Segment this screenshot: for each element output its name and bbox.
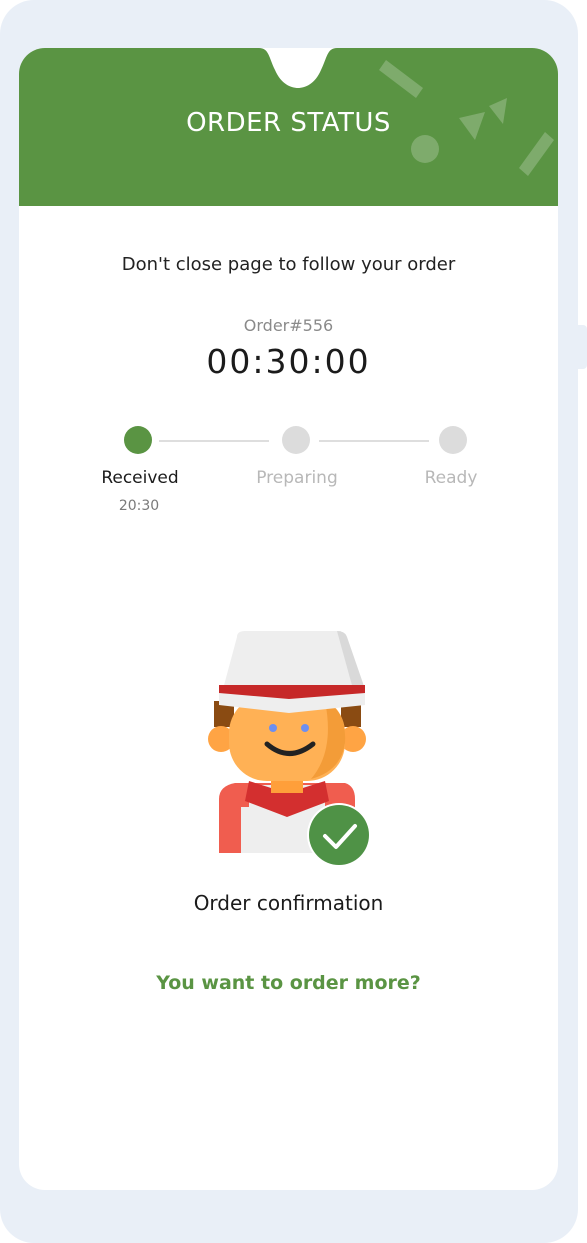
- order-more-link[interactable]: You want to order more?: [19, 972, 558, 994]
- step-connector: [319, 440, 429, 442]
- order-status-text: Order confirmation: [193, 891, 384, 915]
- phone-side-button: [578, 325, 587, 369]
- order-progress-steps: Received Preparing Ready 20:30: [19, 426, 558, 526]
- screen: ORDER STATUS Don't close page to follow …: [19, 48, 558, 1190]
- step-dot-received: [124, 426, 152, 454]
- order-number: Order#556: [243, 316, 334, 335]
- chef-icon: [208, 631, 371, 867]
- subtitle: Don't close page to follow your order: [121, 254, 456, 275]
- step-connector: [159, 440, 269, 442]
- step-label-preparing: Preparing: [256, 468, 338, 488]
- header: ORDER STATUS: [19, 48, 558, 206]
- step-label-received: Received: [101, 468, 179, 488]
- check-icon: [309, 805, 369, 865]
- step-dot-preparing: [282, 426, 310, 454]
- step-time-received: 20:30: [118, 498, 160, 514]
- page-title: ORDER STATUS: [186, 108, 391, 138]
- step-dot-ready: [439, 426, 467, 454]
- camera-notch: [259, 48, 337, 88]
- step-label-ready: Ready: [424, 468, 478, 488]
- countdown-timer: 00:30:00: [206, 342, 371, 381]
